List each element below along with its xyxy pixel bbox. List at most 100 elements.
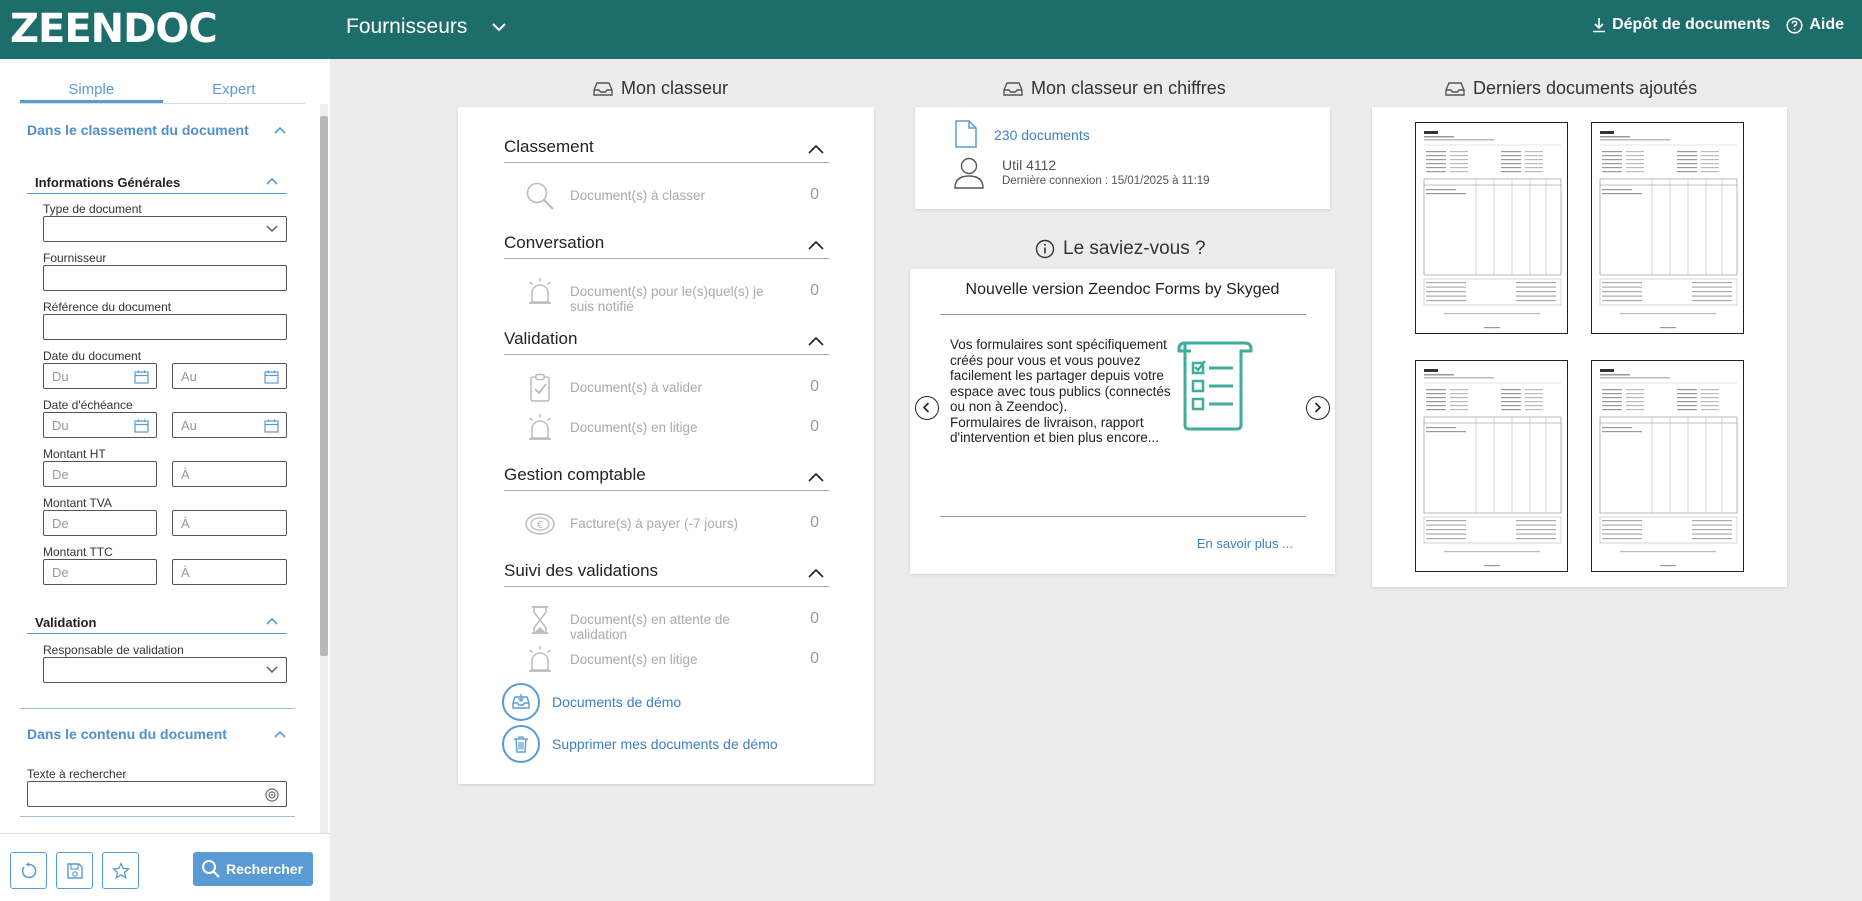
list-item[interactable]: € Facture(s) à payer (-7 jours) 0	[524, 508, 829, 540]
announcement-title: Nouvelle version Zeendoc Forms by Skyged	[965, 281, 1280, 298]
inbox-demo-icon	[502, 683, 540, 721]
montant-ht-from[interactable]: De	[43, 461, 157, 487]
group-validation[interactable]: Validation	[35, 615, 96, 630]
document-thumbnail[interactable]	[1591, 360, 1744, 572]
chevron-up-icon[interactable]	[265, 616, 279, 626]
row-count: 0	[810, 610, 819, 627]
section-classement-title[interactable]: Dans le classement du document	[27, 122, 249, 138]
reset-icon	[21, 862, 37, 879]
montant-ht-to[interactable]: À	[172, 461, 287, 487]
saviez-vous-card: Nouvelle version Zeendoc Forms by Skyged…	[910, 269, 1335, 574]
section-divider	[20, 708, 295, 709]
row-label: Document(s) à valider	[570, 380, 703, 395]
scrollbar-thumb[interactable]	[320, 116, 328, 656]
calendar-icon	[264, 419, 279, 433]
documents-count-link[interactable]: 230 documents	[994, 127, 1090, 143]
group-informations-generales[interactable]: Informations Générales	[35, 175, 180, 190]
supprimer-demo-link[interactable]: Supprimer mes documents de démo	[502, 725, 822, 763]
reference-field[interactable]	[43, 314, 287, 340]
help-circle-icon	[1786, 16, 1803, 34]
reset-button[interactable]	[10, 852, 47, 889]
placeholder-de: De	[52, 565, 69, 580]
row-label: Facture(s) à payer (-7 jours)	[570, 516, 739, 531]
texte-rechercher-field[interactable]	[27, 781, 287, 807]
chevron-up-icon[interactable]	[273, 729, 287, 739]
inbox-icon	[1445, 81, 1465, 96]
save-search-button[interactable]	[56, 852, 93, 889]
list-item[interactable]: Document(s) en litige 0	[524, 644, 829, 676]
depot-documents-label: Dépôt de documents	[1612, 16, 1771, 33]
list-item[interactable]: Document(s) en litige 0	[524, 412, 829, 444]
type-document-select[interactable]	[43, 216, 287, 242]
sidebar-footer: Rechercher	[0, 833, 330, 901]
chevron-up-icon	[808, 472, 824, 482]
derniers-documents-label: Derniers documents ajoutés	[1473, 78, 1698, 98]
date-echeance-from[interactable]: Du	[43, 412, 157, 438]
tab-simple[interactable]: Simple	[20, 81, 163, 103]
placeholder-du: Du	[52, 418, 69, 433]
clipboard-check-icon	[530, 373, 550, 402]
list-item[interactable]: Document(s) pour le(s)quel(s) je suis no…	[524, 276, 829, 314]
conversation-header[interactable]: Conversation	[504, 233, 829, 259]
placeholder-du: Du	[52, 369, 69, 384]
montant-tva-to[interactable]: À	[172, 510, 287, 536]
chevron-up-icon[interactable]	[265, 176, 279, 186]
montant-tva-from[interactable]: De	[43, 510, 157, 536]
date-document-to[interactable]: Au	[172, 363, 287, 389]
date-document-from[interactable]: Du	[43, 363, 157, 389]
document-thumbnail[interactable]	[1591, 122, 1744, 334]
row-count: 0	[810, 186, 819, 203]
document-icon	[955, 120, 977, 148]
document-thumbnail[interactable]	[1415, 122, 1568, 334]
chevron-right-icon	[1314, 402, 1322, 413]
documents-demo-link[interactable]: Documents de démo	[502, 683, 822, 721]
chevron-up-icon	[808, 336, 824, 346]
chevron-up-icon[interactable]	[273, 125, 287, 135]
en-savoir-plus-link[interactable]: En savoir plus ...	[1197, 536, 1293, 551]
chevron-down-icon	[266, 666, 278, 673]
announcement-divider	[940, 516, 1306, 517]
row-count: 0	[810, 650, 819, 667]
aide-button[interactable]: Aide	[1786, 16, 1844, 34]
mon-classeur-title: Mon classeur	[593, 78, 728, 99]
montant-ttc-from[interactable]: De	[43, 559, 157, 585]
list-item[interactable]: Document(s) en attente de validation 0	[524, 604, 829, 642]
responsable-validation-select[interactable]	[43, 657, 287, 683]
validation-header[interactable]: Validation	[504, 329, 829, 355]
classement-header[interactable]: Classement	[504, 137, 829, 163]
calendar-icon	[134, 419, 149, 433]
document-thumbnail[interactable]	[1415, 360, 1568, 572]
app-logo[interactable]: ZEENDOC	[10, 6, 218, 52]
carousel-prev-button[interactable]	[915, 396, 939, 420]
group-divider	[27, 193, 287, 194]
save-icon	[67, 863, 83, 879]
date-echeance-to[interactable]: Au	[172, 412, 287, 438]
chevron-down-icon[interactable]	[490, 18, 508, 36]
tab-expert[interactable]: Expert	[163, 81, 306, 103]
suivi-validations-header[interactable]: Suivi des validations	[504, 561, 829, 587]
fournisseur-field[interactable]	[43, 265, 287, 291]
target-icon	[265, 788, 279, 802]
gestion-comptable-header[interactable]: Gestion comptable	[504, 465, 829, 491]
supprimer-demo-label: Supprimer mes documents de démo	[552, 736, 778, 752]
module-selector-label[interactable]: Fournisseurs	[346, 15, 467, 39]
aide-label: Aide	[1809, 16, 1844, 33]
sidebar-scrollbar[interactable]	[320, 104, 328, 879]
favorite-button[interactable]	[102, 852, 139, 889]
user-icon	[954, 157, 984, 189]
form-checklist-icon	[1177, 341, 1253, 431]
list-item[interactable]: Document(s) à classer 0	[524, 180, 829, 212]
row-label: Document(s) pour le(s)quel(s) je suis no…	[570, 284, 764, 314]
derniers-documents-title: Derniers documents ajoutés	[1445, 78, 1697, 99]
mon-classeur-card: Classement Document(s) à classer 0 Conve…	[458, 107, 874, 784]
magnifier-icon	[526, 182, 554, 210]
list-item[interactable]: Document(s) à valider 0	[524, 372, 829, 404]
section-contenu-title[interactable]: Dans le contenu du document	[27, 726, 227, 742]
suivi-validations-title: Suivi des validations	[504, 561, 659, 580]
rechercher-button[interactable]: Rechercher	[193, 852, 313, 886]
validation-title: Validation	[504, 329, 578, 348]
carousel-next-button[interactable]	[1306, 396, 1330, 420]
last-login: Dernière connexion : 15/01/2025 à 11:19	[1002, 175, 1210, 187]
depot-documents-button[interactable]: Dépôt de documents	[1592, 16, 1770, 34]
montant-ttc-to[interactable]: À	[172, 559, 287, 585]
